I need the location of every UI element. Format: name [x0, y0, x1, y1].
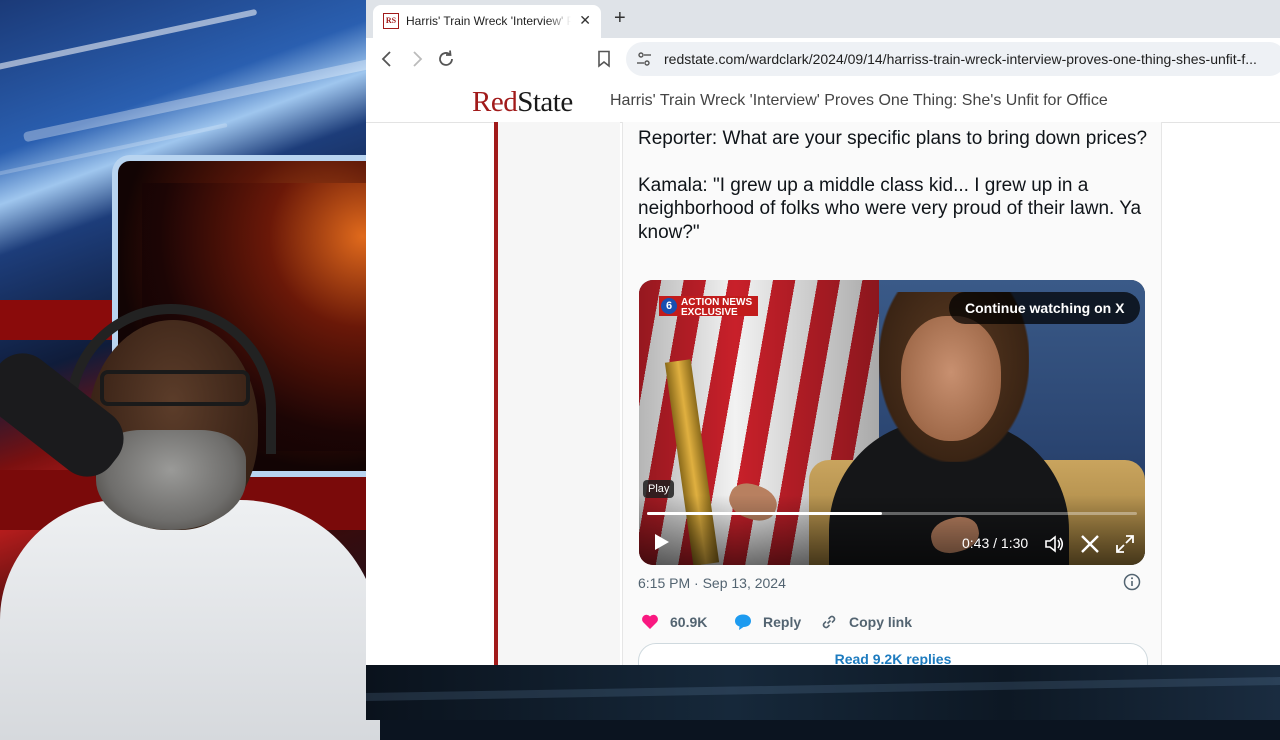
copy-link-button[interactable]: Copy link: [819, 612, 912, 632]
forward-arrow-icon[interactable]: [406, 48, 428, 70]
reply-label: Reply: [763, 614, 802, 630]
like-count: 60.9K: [670, 614, 708, 630]
back-arrow-icon[interactable]: [376, 48, 398, 70]
tab-strip: RS Harris' Train Wreck 'Interview' Prove…: [366, 0, 1280, 38]
copy-link-label: Copy link: [849, 614, 913, 630]
browser-window: RS Harris' Train Wreck 'Interview' Prove…: [366, 0, 1280, 665]
tweet-actions: 60.9K Reply Copy link: [640, 612, 1150, 634]
tweet-text: Reporter: What are your specific plans t…: [638, 127, 1148, 267]
tweet-paragraph: Kamala: "I grew up a middle class kid...…: [638, 174, 1142, 243]
logo-state: State: [517, 86, 573, 118]
heart-icon: [642, 614, 658, 629]
link-icon: [822, 615, 836, 629]
browser-toolbar: redstate.com/wardclark/2024/09/14/harris…: [366, 38, 1280, 80]
info-icon[interactable]: [1123, 573, 1141, 591]
video-progress-bar[interactable]: [647, 512, 1137, 515]
tweet-video[interactable]: 6 ACTION NEWS EXCLUSIVE Continue watchin…: [639, 280, 1145, 565]
play-tooltip: Play: [643, 480, 675, 498]
bookmark-icon[interactable]: [596, 50, 612, 68]
streamer-webcam: [0, 300, 380, 740]
video-progress-fill: [647, 512, 883, 515]
reload-icon[interactable]: [435, 48, 457, 70]
video-controls-overlay: [639, 495, 1145, 565]
badge-line-2: EXCLUSIVE: [681, 307, 738, 318]
streamer-shirt: [0, 500, 380, 740]
continue-watching-button[interactable]: Continue watching on X: [949, 292, 1141, 324]
read-replies-button[interactable]: Read 9.2K replies: [638, 643, 1148, 665]
new-tab-button[interactable]: +: [614, 8, 626, 28]
action-news-badge: 6 ACTION NEWS EXCLUSIVE: [659, 296, 759, 318]
url-text: redstate.com/wardclark/2024/09/14/harris…: [664, 51, 1257, 67]
channel-6-logo-icon: 6: [661, 298, 677, 314]
reply-button[interactable]: Reply: [733, 612, 801, 632]
article-red-rule: [494, 122, 498, 665]
site-header: RedState Harris' Train Wreck 'Interview'…: [366, 80, 1280, 123]
browser-tab-active[interactable]: RS Harris' Train Wreck 'Interview' Prove…: [373, 5, 601, 38]
x-logo-icon[interactable]: [1079, 533, 1101, 555]
logo-red: Red: [472, 86, 518, 118]
play-icon[interactable]: [649, 530, 673, 554]
volume-icon[interactable]: [1043, 533, 1065, 555]
tab-title: Harris' Train Wreck 'Interview' Proves O…: [406, 14, 571, 28]
tweet-paragraph: Reporter: What are your specific plans t…: [638, 128, 1148, 149]
web-page: RedState Harris' Train Wreck 'Interview'…: [366, 80, 1280, 665]
redstate-logo[interactable]: RedState: [472, 86, 573, 119]
site-info-tune-icon[interactable]: [636, 51, 652, 67]
like-button[interactable]: 60.9K: [640, 612, 707, 632]
video-time: 0:43 / 1:30: [962, 535, 1029, 551]
address-bar[interactable]: redstate.com/wardclark/2024/09/14/harris…: [626, 42, 1280, 76]
stream-bottom-strip: [366, 665, 1280, 720]
site-favicon-icon: RS: [383, 13, 399, 29]
fullscreen-icon[interactable]: [1114, 533, 1136, 555]
article-gutter: [498, 122, 620, 665]
embedded-tweet: Reporter: What are your specific plans t…: [622, 122, 1162, 665]
speech-bubble-icon: [735, 614, 751, 630]
tweet-timestamp[interactable]: 6:15 PM · Sep 13, 2024: [638, 575, 786, 591]
article-header-title: Harris' Train Wreck 'Interview' Proves O…: [610, 92, 1108, 109]
tab-close-button[interactable]: ✕: [579, 12, 591, 29]
